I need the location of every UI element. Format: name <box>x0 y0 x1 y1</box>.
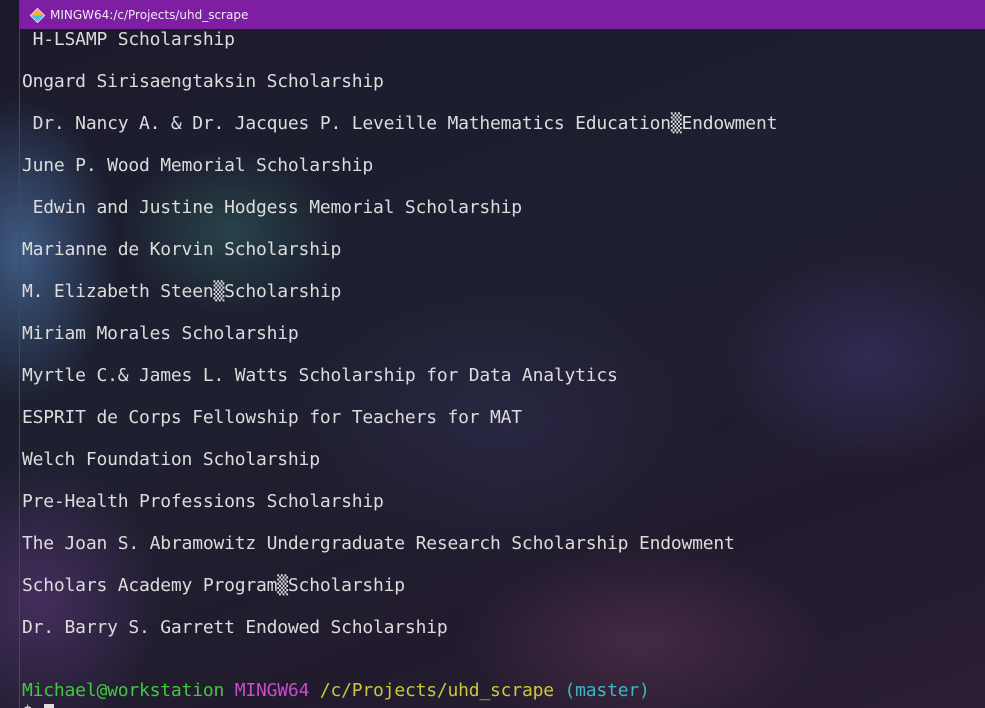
window-title: MINGW64:/c/Projects/uhd_scrape <box>50 7 249 22</box>
text-cursor <box>43 704 54 708</box>
terminal-window: MINGW64:/c/Projects/uhd_scrape H-LSAMP S… <box>0 0 985 708</box>
output-line: Miriam Morales Scholarship <box>22 323 299 344</box>
shell-prompt: Michael@workstation MINGW64 /c/Projects/… <box>22 680 650 702</box>
prompt-symbol: $ <box>22 702 33 708</box>
title-bar[interactable]: MINGW64:/c/Projects/uhd_scrape <box>20 0 985 29</box>
prompt-path: /c/Projects/uhd_scrape <box>319 680 554 701</box>
output-line: M. Elizabeth Steen▒Scholarship <box>22 281 342 302</box>
window-border <box>19 0 20 708</box>
output-line: Myrtle C.& James L. Watts Scholarship fo… <box>22 365 618 386</box>
output-line: Ongard Sirisaengtaksin Scholarship <box>22 71 384 92</box>
output-line: Welch Foundation Scholarship <box>22 449 320 470</box>
mingw-app-icon[interactable] <box>29 7 46 24</box>
output-line: Marianne de Korvin Scholarship <box>22 239 342 260</box>
prompt-system: MINGW64 <box>234 680 310 701</box>
output-line: June P. Wood Memorial Scholarship <box>22 155 374 176</box>
prompt-branch: (master) <box>564 680 650 701</box>
output-line: Pre-Health Professions Scholarship <box>22 491 384 512</box>
command-input-line[interactable]: $ <box>22 702 54 708</box>
prompt-user-host: Michael@workstation <box>22 680 225 701</box>
output-line: The Joan S. Abramowitz Undergraduate Res… <box>22 533 735 554</box>
terminal-output[interactable]: H-LSAMP Scholarship Ongard Sirisaengtaks… <box>22 29 985 708</box>
output-line: H-LSAMP Scholarship <box>22 29 235 50</box>
output-line: Dr. Nancy A. & Dr. Jacques P. Leveille M… <box>22 113 778 134</box>
output-line: Dr. Barry S. Garrett Endowed Scholarship <box>22 617 448 638</box>
output-line: Edwin and Justine Hodgess Memorial Schol… <box>22 197 523 218</box>
output-line: Scholars Academy Program▒Scholarship <box>22 575 405 596</box>
output-line: ESPRIT de Corps Fellowship for Teachers … <box>22 407 522 428</box>
